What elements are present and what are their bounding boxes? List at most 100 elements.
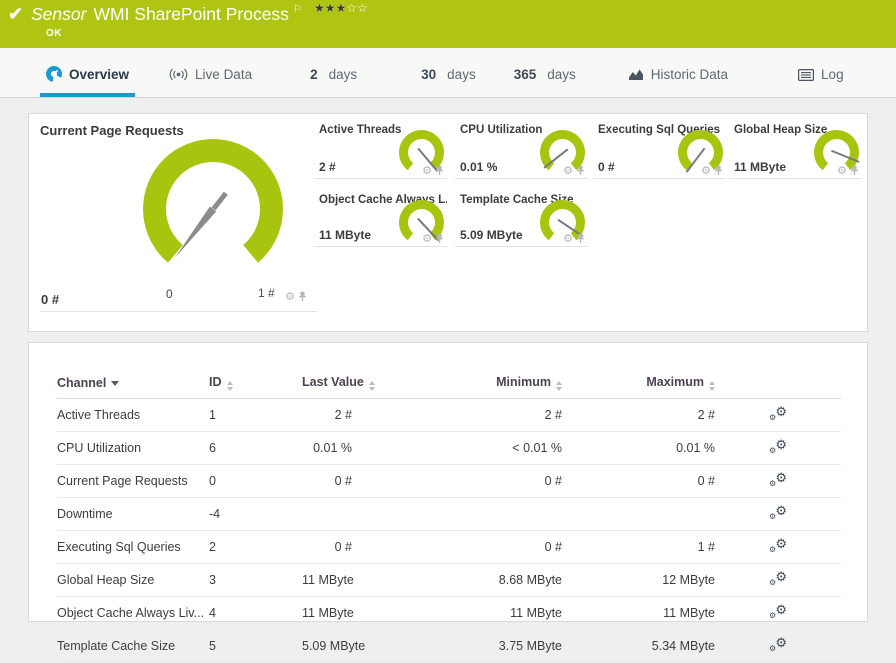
- column-header-channel[interactable]: Channel: [57, 375, 209, 399]
- gauge-settings-gear-icon[interactable]: ⚙: [422, 165, 432, 176]
- gauge-value: 11 MByte: [734, 160, 787, 174]
- channel-name-cell[interactable]: Executing Sql Queries: [57, 530, 209, 564]
- channel-name-cell[interactable]: Global Heap Size: [57, 563, 209, 597]
- gauge-active-threads[interactable]: Active Threads 2 # ⚙: [314, 116, 447, 179]
- table-row[interactable]: Downtime -4 ⚙ ⚙: [57, 497, 841, 531]
- channel-name-cell[interactable]: Current Page Requests: [57, 464, 209, 498]
- gauge-pin-icon[interactable]: [435, 165, 444, 176]
- channel-settings-gears-icon[interactable]: ⚙ ⚙: [769, 635, 787, 653]
- gauge-settings-gear-icon[interactable]: ⚙: [701, 165, 711, 176]
- gauge-pin-icon[interactable]: [576, 233, 585, 244]
- channel-name-cell[interactable]: Object Cache Always Liv...: [57, 596, 209, 630]
- last-value-cell: 2 #: [302, 398, 352, 432]
- tab-log[interactable]: Log: [792, 67, 850, 97]
- gauge-settings-gear-icon[interactable]: ⚙: [422, 233, 432, 244]
- priority-stars[interactable]: ★★★☆☆: [314, 1, 368, 15]
- channel-settings-gears-icon[interactable]: ⚙ ⚙: [769, 470, 787, 488]
- gauge-pin-icon[interactable]: [850, 165, 859, 176]
- tab-live-data[interactable]: Live Data: [163, 67, 258, 97]
- live-data-icon: [169, 68, 188, 81]
- last-value-cell: 11 MByte: [302, 596, 354, 630]
- gauge-value: 11 MByte: [319, 228, 372, 242]
- gauge-settings-gear-icon[interactable]: ⚙: [837, 165, 847, 176]
- gauge-value: 5.09 MByte: [460, 228, 523, 242]
- maximum-cell: 5.34 MByte: [562, 629, 715, 663]
- table-row[interactable]: Active Threads 1 2 # 2 # 2 # ⚙ ⚙: [57, 398, 841, 432]
- historic-data-icon: [628, 68, 644, 81]
- table-row[interactable]: Global Heap Size 3 11 MByte 8.68 MByte 1…: [57, 563, 841, 597]
- tab-number: 30: [421, 67, 437, 82]
- table-row[interactable]: Template Cache Size 5 5.09 MByte 3.75 MB…: [57, 629, 841, 663]
- tab-historic-data[interactable]: Historic Data: [622, 67, 734, 97]
- channel-name-cell[interactable]: CPU Utilization: [57, 431, 209, 465]
- gauge-icon: [46, 66, 62, 82]
- gauge-scale-max: 1 #: [258, 286, 275, 300]
- tab-number: 2: [310, 67, 318, 82]
- tab-label: days: [447, 67, 476, 82]
- channel-settings-gears-icon[interactable]: ⚙ ⚙: [769, 503, 787, 521]
- priority-stars-filled[interactable]: ★★★: [314, 1, 346, 15]
- gauge-value: 0.01 %: [460, 160, 498, 174]
- last-value-cell: 0 #: [302, 464, 352, 498]
- column-header-last-value[interactable]: Last Value: [302, 375, 375, 399]
- maximum-cell: 11 MByte: [562, 596, 715, 630]
- minimum-cell: 0 #: [352, 530, 562, 564]
- channel-settings-gears-icon[interactable]: ⚙ ⚙: [769, 536, 787, 554]
- tab-overview[interactable]: Overview: [40, 66, 136, 97]
- sort-icon: [709, 381, 715, 391]
- column-header-minimum[interactable]: Minimum: [352, 375, 562, 399]
- gauge-executing-sql-queries[interactable]: Executing Sql Queries 0 # ⚙: [593, 116, 726, 179]
- channel-settings-gears-icon[interactable]: ⚙ ⚙: [769, 404, 787, 422]
- priority-stars-empty[interactable]: ☆☆: [346, 1, 368, 15]
- gauge-pin-icon[interactable]: [576, 165, 585, 176]
- gauge-template-cache-size[interactable]: Template Cache Size 5.09 MByte ⚙: [455, 186, 588, 247]
- last-value-cell: 0.01 %: [302, 431, 352, 465]
- column-header-actions: [715, 375, 841, 399]
- column-header-label: ID: [209, 375, 222, 389]
- gauge-pin-icon[interactable]: [435, 233, 444, 244]
- maximum-cell: 12 MByte: [562, 563, 715, 597]
- channel-settings-gears-icon[interactable]: ⚙ ⚙: [769, 602, 787, 620]
- tab-label: days: [328, 67, 358, 82]
- column-header-label: Channel: [57, 376, 107, 390]
- channel-settings-gears-icon[interactable]: ⚙ ⚙: [769, 569, 787, 587]
- gauge-settings-gear-icon[interactable]: ⚙: [563, 233, 573, 244]
- gauge-pin-icon[interactable]: [298, 291, 307, 302]
- minimum-cell: < 0.01 %: [352, 431, 562, 465]
- table-row[interactable]: Executing Sql Queries 2 0 # 0 # 1 # ⚙ ⚙: [57, 530, 841, 564]
- channel-name-cell[interactable]: Active Threads: [57, 398, 209, 432]
- gauge-title: Global Heap Size: [734, 124, 828, 136]
- gauge-cpu-utilization[interactable]: CPU Utilization 0.01 % ⚙: [455, 116, 588, 179]
- column-header-id[interactable]: ID: [209, 375, 302, 399]
- tab-2-days[interactable]: 2 days: [304, 67, 363, 97]
- channel-id-cell: 5: [209, 629, 302, 663]
- channel-id-cell: 3: [209, 563, 302, 597]
- gauge-settings-gear-icon[interactable]: ⚙: [285, 291, 295, 302]
- last-value-cell: 11 MByte: [302, 563, 354, 597]
- tab-30-days[interactable]: 30 days: [415, 67, 482, 97]
- table-header-row: Channel ID Last Value Minimum Maximum: [57, 375, 841, 399]
- channel-settings-gears-icon[interactable]: ⚙ ⚙: [769, 437, 787, 455]
- gauge-current-page-requests[interactable]: Current Page Requests 0 1 # 0 # ⚙: [40, 114, 317, 312]
- gauge-settings-gear-icon[interactable]: ⚙: [563, 165, 573, 176]
- tab-365-days[interactable]: 365 days: [508, 67, 582, 97]
- gauge-scale-min: 0: [166, 287, 173, 301]
- flag-icon[interactable]: ⚐: [293, 4, 302, 15]
- minimum-cell: 11 MByte: [352, 596, 562, 630]
- tab-number: 365: [513, 67, 537, 82]
- tab-bar: Overview Live Data 2 days 30 days 365 da…: [0, 48, 896, 98]
- table-row[interactable]: CPU Utilization 6 0.01 % < 0.01 % 0.01 %…: [57, 431, 841, 465]
- table-row[interactable]: Object Cache Always Liv... 4 11 MByte 11…: [57, 596, 841, 630]
- column-header-maximum[interactable]: Maximum: [562, 375, 715, 399]
- table-row[interactable]: Current Page Requests 0 0 # 0 # 0 # ⚙ ⚙: [57, 464, 841, 498]
- gauge-global-heap-size[interactable]: Global Heap Size 11 MByte ⚙: [729, 116, 862, 179]
- channel-name-cell[interactable]: Template Cache Size: [57, 629, 209, 663]
- gauge-value: 0 #: [41, 292, 60, 307]
- channel-name-cell[interactable]: Downtime: [57, 497, 209, 531]
- tab-label: Live Data: [195, 67, 253, 82]
- gauge-pin-icon[interactable]: [714, 165, 723, 176]
- page-title: WMI SharePoint Process: [93, 4, 289, 24]
- gauge-object-cache-always-live[interactable]: Object Cache Always L... 11 MByte ⚙: [314, 186, 447, 247]
- channel-id-cell: 6: [209, 431, 302, 465]
- channel-id-cell: 1: [209, 398, 302, 432]
